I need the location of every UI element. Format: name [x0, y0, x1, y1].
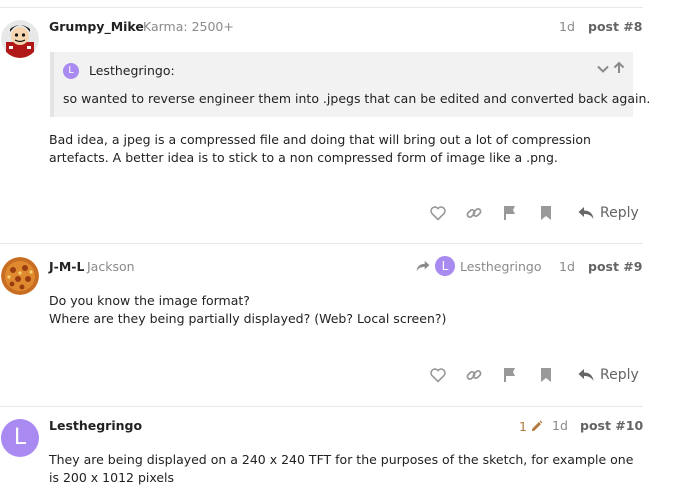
user-title: Karma: 2500+ [143, 19, 234, 34]
post-number[interactable]: post #10 [580, 418, 643, 433]
quote-author[interactable]: Lesthegringo: [89, 63, 175, 78]
edit-count: 1 [519, 418, 527, 434]
reply-label: Reply [600, 205, 639, 221]
reply-arrow-icon [416, 260, 430, 272]
reply-to-tab[interactable]: L Lesthegringo [416, 256, 542, 276]
reply-arrow-icon [578, 369, 594, 381]
arrow-up-icon[interactable] [612, 60, 626, 74]
reply-to-avatar: L [435, 256, 455, 276]
user-title: Jackson [87, 259, 135, 274]
post-body: They are being displayed on a 240 x 240 … [49, 452, 634, 485]
post-age[interactable]: 1d [552, 418, 568, 433]
edit-history-button[interactable]: 1 [519, 417, 543, 435]
post-number[interactable]: post #8 [588, 19, 642, 34]
post-divider [0, 243, 643, 244]
username[interactable]: Grumpy_Mike [49, 19, 144, 34]
post-body-line: Where are they being partially displayed… [49, 311, 447, 326]
reply-button[interactable]: Reply [578, 364, 639, 386]
flag-icon[interactable] [500, 203, 520, 223]
username[interactable]: J-M-L [49, 259, 84, 274]
edit-pencil-icon [531, 420, 543, 431]
post-divider [0, 7, 643, 8]
post-body: Bad idea, a jpeg is a compressed file an… [49, 132, 591, 165]
avatar-lesthegringo[interactable]: L [1, 419, 39, 457]
avatar-grumpy-mike[interactable] [1, 20, 39, 58]
link-icon[interactable] [464, 365, 484, 385]
reply-button[interactable]: Reply [578, 202, 639, 224]
post-body-line: Do you know the image format? [49, 293, 250, 308]
reply-arrow-icon [578, 207, 594, 219]
username[interactable]: Lesthegringo [49, 418, 142, 433]
chevron-down-icon[interactable] [596, 61, 610, 75]
flag-icon[interactable] [500, 365, 520, 385]
avatar-j-m-l[interactable] [1, 257, 39, 295]
quote-block: L Lesthegringo: so wanted to reverse eng… [50, 52, 650, 117]
reply-label: Reply [600, 367, 639, 383]
like-icon[interactable] [428, 365, 448, 385]
reply-to-username: Lesthegringo [460, 258, 542, 274]
bookmark-icon[interactable] [536, 203, 556, 223]
post-age[interactable]: 1d [559, 259, 575, 274]
post-age[interactable]: 1d [559, 19, 575, 34]
bookmark-icon[interactable] [536, 365, 556, 385]
like-icon[interactable] [428, 203, 448, 223]
post-divider [0, 406, 643, 407]
quote-text: so wanted to reverse engineer them into … [63, 91, 651, 106]
quote-avatar: L [63, 63, 79, 79]
post-number[interactable]: post #9 [588, 259, 642, 274]
link-icon[interactable] [464, 203, 484, 223]
